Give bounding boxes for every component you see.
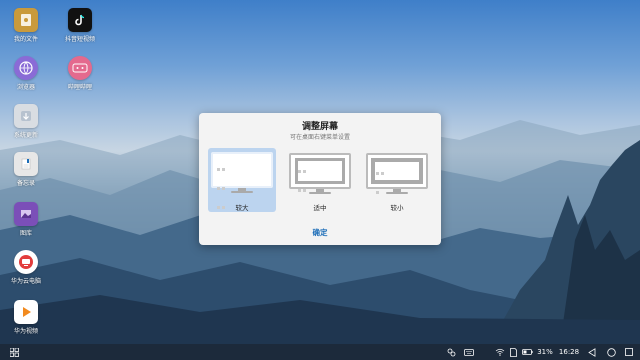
option-medium[interactable]: 适中 [286, 148, 354, 212]
monitor-large-icon [211, 152, 273, 209]
wifi-icon[interactable] [493, 344, 507, 360]
option-large[interactable]: 较大 [208, 148, 276, 212]
battery-icon[interactable] [520, 344, 534, 360]
monitor-small-icon [366, 153, 428, 194]
option-label: 较小 [390, 204, 404, 212]
monitor-medium-icon [289, 153, 351, 194]
start-button[interactable] [6, 344, 22, 360]
option-label: 适中 [313, 204, 327, 212]
battery-percentage: 31% [537, 348, 553, 356]
keyboard-icon[interactable] [462, 344, 476, 360]
app-switch-icon[interactable] [444, 344, 458, 360]
back-icon[interactable] [585, 344, 599, 360]
sim-icon[interactable] [507, 344, 519, 360]
taskbar: 31% 16:28 [0, 344, 640, 360]
adjust-screen-dialog: 调整屏幕 可在桌面右键菜单设置 较大 适中 较小 确定 [199, 113, 441, 245]
confirm-button[interactable]: 确定 [199, 227, 441, 238]
dialog-title: 调整屏幕 [301, 122, 338, 132]
dialog-subtitle: 可在桌面右键菜单设置 [289, 134, 350, 141]
recents-icon[interactable] [622, 344, 636, 360]
home-icon[interactable] [604, 344, 618, 360]
option-small[interactable]: 较小 [363, 148, 431, 212]
clock[interactable]: 16:28 [556, 344, 582, 360]
option-label: 较大 [235, 204, 249, 212]
grid-icon [9, 347, 19, 357]
